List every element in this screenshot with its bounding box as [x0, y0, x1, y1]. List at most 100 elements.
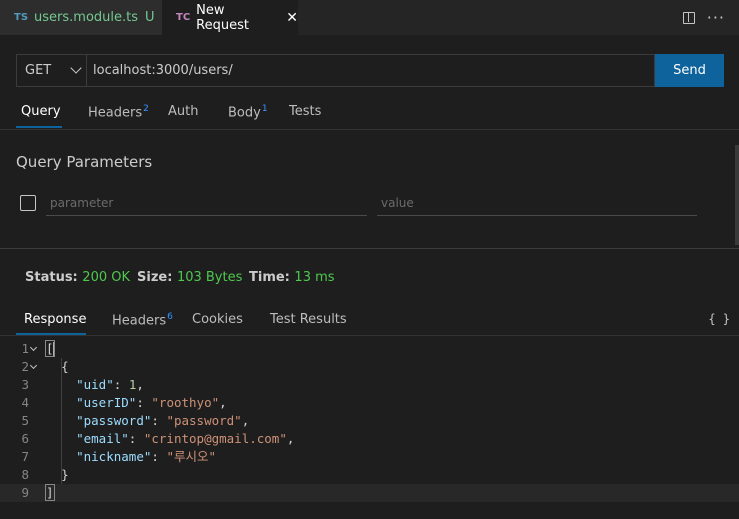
url-input[interactable]: localhost:3000/users/	[86, 54, 655, 87]
fold-chevron-icon[interactable]	[29, 343, 38, 352]
line-number: 8	[21, 467, 29, 482]
time-value: 13 ms	[294, 270, 335, 285]
size-value: 103 Bytes	[176, 270, 243, 285]
json-value: "roothyo"	[151, 395, 220, 410]
thunder-client-icon: TC	[176, 12, 191, 23]
bracket-token: ]	[45, 484, 55, 501]
tab-response[interactable]: Response	[24, 312, 86, 327]
tab-actions: ···	[682, 0, 725, 35]
tab-response-headers[interactable]: Headers6	[112, 312, 173, 328]
brace-token: }	[61, 467, 69, 482]
tab-query[interactable]: Query	[21, 104, 61, 119]
query-parameters-title: Query Parameters	[16, 153, 153, 171]
code-text: [	[45, 340, 55, 358]
param-checkbox[interactable]	[20, 195, 36, 211]
tab-body[interactable]: Body1	[228, 104, 268, 120]
untracked-badge: U	[145, 10, 155, 25]
request-tabs: Query Headers2 Auth Body1 Tests	[0, 95, 739, 130]
code-line: 1 [	[0, 340, 739, 358]
count-badge: 1	[261, 104, 268, 114]
chevron-down-icon	[70, 62, 82, 74]
line-number: 6	[21, 431, 29, 446]
line-number: 9	[21, 485, 29, 500]
tab-label: users.module.ts	[34, 10, 139, 25]
code-text: }	[46, 466, 69, 484]
json-value: "password"	[166, 413, 242, 428]
editor-tab-bar: TS users.module.ts U TC New Request ✕ ··…	[0, 0, 739, 35]
tab-new-request[interactable]: TC New Request ✕	[162, 0, 298, 35]
code-text: ]	[45, 484, 55, 502]
status-value: 200 OK	[82, 270, 130, 285]
code-text: "email": "crintop@gmail.com",	[76, 431, 295, 446]
active-tab-indicator	[16, 126, 62, 128]
parameter-input[interactable]: parameter	[46, 190, 367, 216]
line-number: 2	[21, 359, 29, 374]
fold-chevron-icon[interactable]	[29, 361, 38, 370]
tab-label: Test Results	[270, 312, 347, 327]
format-braces-icon[interactable]: { }	[708, 312, 730, 326]
response-size: Size: 103 Bytes	[137, 270, 242, 285]
tab-label: Auth	[168, 104, 199, 119]
json-key: "nickname"	[76, 449, 152, 464]
split-editor-icon[interactable]	[682, 11, 695, 24]
status-code: Status: 200 OK	[25, 270, 130, 285]
json-key: "password"	[76, 413, 152, 428]
tab-tests[interactable]: Tests	[289, 104, 321, 119]
brace-token: {	[61, 359, 69, 374]
send-button[interactable]: Send	[655, 54, 724, 87]
line-number: 5	[21, 413, 29, 428]
close-icon[interactable]: ✕	[286, 10, 298, 26]
tab-cookies[interactable]: Cookies	[192, 312, 243, 327]
json-value: "루시오"	[166, 449, 216, 464]
line-number: 3	[21, 377, 29, 392]
tab-headers[interactable]: Headers2	[88, 104, 149, 120]
tab-auth[interactable]: Auth	[168, 104, 198, 119]
text-cursor	[52, 342, 54, 357]
tab-label: Tests	[289, 104, 322, 119]
code-text: {	[46, 358, 69, 376]
scrollbar[interactable]	[735, 145, 739, 245]
count-badge: 6	[167, 312, 173, 322]
json-value: "crintop@gmail.com"	[143, 431, 287, 446]
code-text: "nickname": "루시오"	[76, 449, 216, 464]
tab-test-results[interactable]: Test Results	[270, 312, 347, 327]
json-value: 1	[128, 377, 137, 392]
active-tab-indicator	[16, 333, 86, 335]
line-number: 4	[21, 395, 29, 410]
code-line: 6 "email": "crintop@gmail.com",	[0, 430, 739, 448]
count-badge: 2	[143, 104, 149, 114]
code-line: 8 }	[0, 466, 739, 484]
tab-label: Response	[24, 312, 87, 327]
time-label: Time:	[249, 270, 290, 285]
tab-label: Cookies	[192, 312, 243, 327]
code-line: 9 ]	[0, 484, 739, 502]
json-key: "uid"	[76, 377, 114, 392]
panel-divider[interactable]	[0, 248, 739, 249]
status-label: Status:	[25, 270, 78, 285]
tab-label: New Request	[196, 2, 249, 33]
code-text: "uid": 1,	[76, 377, 144, 392]
json-key: "userID"	[76, 395, 137, 410]
response-tabs: Response Headers6 Cookies Test Results {…	[0, 303, 739, 336]
response-editor[interactable]: 1 [ 2 { 3 "uid": 1, 4 "userID": "roothyo…	[0, 340, 739, 519]
code-line: 2 {	[0, 358, 739, 376]
code-line: 4 "userID": "roothyo",	[0, 394, 739, 412]
method-value: GET	[25, 63, 52, 78]
size-label: Size:	[137, 270, 173, 285]
tab-users-module[interactable]: TS users.module.ts U	[0, 0, 162, 35]
value-input[interactable]: value	[377, 190, 697, 216]
tab-label: Query	[21, 104, 61, 119]
code-line: 5 "password": "password",	[0, 412, 739, 430]
json-key: "email"	[76, 431, 129, 446]
code-text: "userID": "roothyo",	[76, 395, 227, 410]
method-select[interactable]: GET	[16, 54, 86, 87]
more-actions-icon[interactable]: ···	[707, 8, 725, 27]
code-text: "password": "password",	[76, 413, 250, 428]
line-number: 1	[21, 341, 29, 356]
tab-label: Body	[228, 105, 261, 121]
code-line: 7 "nickname": "루시오"	[0, 448, 739, 466]
response-time: Time: 13 ms	[249, 270, 335, 285]
typescript-file-icon: TS	[14, 12, 29, 23]
tab-label: Headers	[88, 105, 143, 121]
line-number: 7	[21, 449, 29, 464]
